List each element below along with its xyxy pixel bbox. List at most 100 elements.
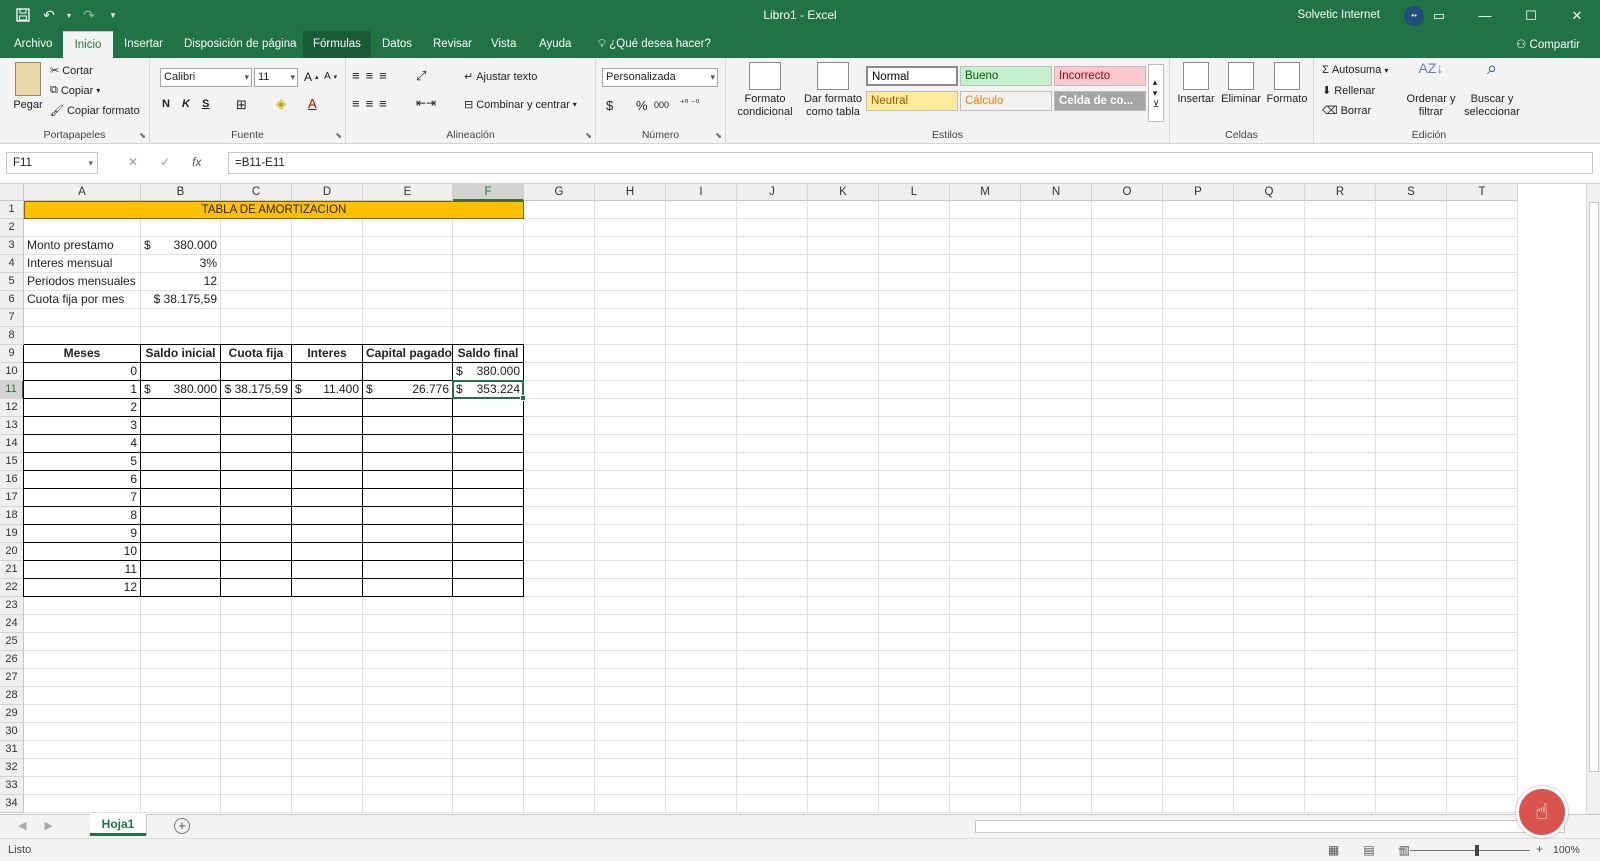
ribbon-display-options-icon[interactable]: ▭ [1416,0,1462,31]
column-header-D[interactable]: D [292,184,363,201]
grow-font-button[interactable]: A ▴ [304,70,319,84]
row-header-21[interactable]: 21 [0,561,24,579]
zoom-out-icon[interactable]: − [1398,842,1405,856]
bold-button[interactable]: N [162,98,170,110]
wrap-text-button[interactable]: ↵ Ajustar texto [464,70,537,84]
tab-ayuda[interactable]: Ayuda [529,31,581,58]
page-layout-view-icon[interactable]: ▤ [1363,843,1374,857]
undo-icon[interactable]: ↶ [38,5,60,25]
row-header-17[interactable]: 17 [0,489,24,507]
borders-icon[interactable]: ⊞ [236,97,247,113]
tab-insertar[interactable]: Insertar [114,31,173,58]
row-header-25[interactable]: 25 [0,633,24,651]
name-box[interactable]: F11 ▾ [6,152,98,174]
tab-disposicion[interactable]: Disposición de página [174,31,307,58]
row-header-4[interactable]: 4 [0,255,24,273]
column-header-F[interactable]: F [453,184,524,201]
copy-button[interactable]: ⧉ Copiar ▾ [50,84,100,97]
tab-inicio[interactable]: Inicio [63,31,113,58]
zoom-in-icon[interactable]: + [1536,842,1543,856]
delete-cells-button[interactable]: Eliminar [1218,62,1264,106]
zoom-level[interactable]: 100% [1553,844,1580,856]
add-sheet-icon[interactable]: + [174,818,190,834]
dialog-launcher-icon[interactable]: ⬊ [715,131,722,140]
conditional-format-button[interactable]: Formato condicional [732,62,798,119]
tab-vista[interactable]: Vista [481,31,526,58]
row-header-16[interactable]: 16 [0,471,24,489]
row-header-3[interactable]: 3 [0,237,24,255]
tab-archivo[interactable]: Archivo [4,31,62,58]
merge-center-button[interactable]: ⊟ Combinar y centrar ▾ [464,98,577,112]
enter-icon[interactable]: ✓ [160,155,170,169]
row-header-32[interactable]: 32 [0,759,24,777]
row-header-27[interactable]: 27 [0,669,24,687]
horizontal-scrollbar[interactable] [975,820,1565,833]
font-size-combo[interactable]: 11 ▾ [254,68,298,87]
save-icon[interactable] [12,5,34,25]
share-button[interactable]: ⚇ Compartir [1516,37,1580,51]
column-header-A[interactable]: A [24,184,141,201]
row-header-24[interactable]: 24 [0,615,24,633]
vertical-scrollbar[interactable] [1586,184,1600,814]
column-header-T[interactable]: T [1447,184,1518,201]
worksheet-grid[interactable]: A B C D E F G H I J K L M N O P Q R S T 1 2 3 4 5 6 7 8 9 10 11 12 13 14 1… [0,184,1586,814]
row-header-31[interactable]: 31 [0,741,24,759]
fill-button[interactable]: ⬇ Rellenar [1322,84,1375,98]
cancel-icon[interactable]: ✕ [128,155,138,169]
column-header-B[interactable]: B [141,184,221,201]
column-header-K[interactable]: K [808,184,879,201]
row-header-7[interactable]: 7 [0,309,24,327]
horizontal-align-icons[interactable]: ≡≡≡ [352,96,393,111]
row-header-9[interactable]: 9 [0,345,24,363]
column-header-C[interactable]: C [221,184,292,201]
row-header-12[interactable]: 12 [0,399,24,417]
cell-style-2[interactable]: Bueno [960,66,1052,86]
column-header-S[interactable]: S [1376,184,1447,201]
select-all-corner[interactable] [0,184,24,201]
row-header-11[interactable]: 11 [0,381,24,399]
column-header-M[interactable]: M [950,184,1021,201]
indent-icon[interactable]: ⇤⇥ [416,96,436,110]
gallery-scroll[interactable]: ▴ ▾ ⊻ [1148,64,1164,122]
fx-icon[interactable]: fx [192,155,201,169]
column-header-E[interactable]: E [363,184,453,201]
user-name[interactable]: Solvetic Internet [1298,9,1380,21]
paste-button[interactable]: Pegar [8,62,48,112]
row-header-8[interactable]: 8 [0,327,24,345]
sheet-next-icon[interactable]: ▶ [44,819,52,832]
cell-style-6[interactable]: Celda de co... [1054,91,1146,111]
shrink-font-button[interactable]: A ▾ [324,71,337,82]
column-header-N[interactable]: N [1021,184,1092,201]
vertical-scroll-thumb[interactable] [1589,202,1599,772]
row-header-18[interactable]: 18 [0,507,24,525]
row-header-29[interactable]: 29 [0,705,24,723]
column-header-R[interactable]: R [1305,184,1376,201]
column-header-G[interactable]: G [524,184,595,201]
autosum-button[interactable]: Σ Autosuma ▾ [1322,64,1388,76]
dialog-launcher-icon[interactable]: ⬊ [139,131,146,140]
sheet-prev-icon[interactable]: ◀ [18,819,26,832]
fill-handle[interactable] [520,395,526,401]
cell-style-3[interactable]: Incorrecto [1054,66,1146,86]
row-header-22[interactable]: 22 [0,579,24,597]
underline-button[interactable]: S [202,98,209,110]
maximize-icon[interactable]: ☐ [1508,0,1554,31]
cell-style-5[interactable]: Cálculo [960,91,1052,111]
vertical-align-icons[interactable]: ≡≡≡ [352,68,393,83]
column-header-J[interactable]: J [737,184,808,201]
decimal-icons[interactable]: ⁺⁰ ⁻⁰ [680,98,699,109]
italic-button[interactable]: K [182,98,190,110]
tab-revisar[interactable]: Revisar [423,31,482,58]
sort-filter-button[interactable]: AZ↓ Ordenar y filtrar [1404,61,1458,119]
thousands-button[interactable]: 000 [654,100,669,110]
row-header-14[interactable]: 14 [0,435,24,453]
row-header-19[interactable]: 19 [0,525,24,543]
fill-color-icon[interactable]: ◈ [276,96,286,112]
tab-formulas[interactable]: Fórmulas [303,31,371,58]
insert-cells-button[interactable]: Insertar [1174,62,1218,106]
format-as-table-button[interactable]: Dar formato como tabla [800,62,866,119]
row-header-26[interactable]: 26 [0,651,24,669]
cell-style-1[interactable]: Normal [866,66,958,86]
row-header-10[interactable]: 10 [0,363,24,381]
customize-qat-icon[interactable]: ▾ [104,5,122,25]
